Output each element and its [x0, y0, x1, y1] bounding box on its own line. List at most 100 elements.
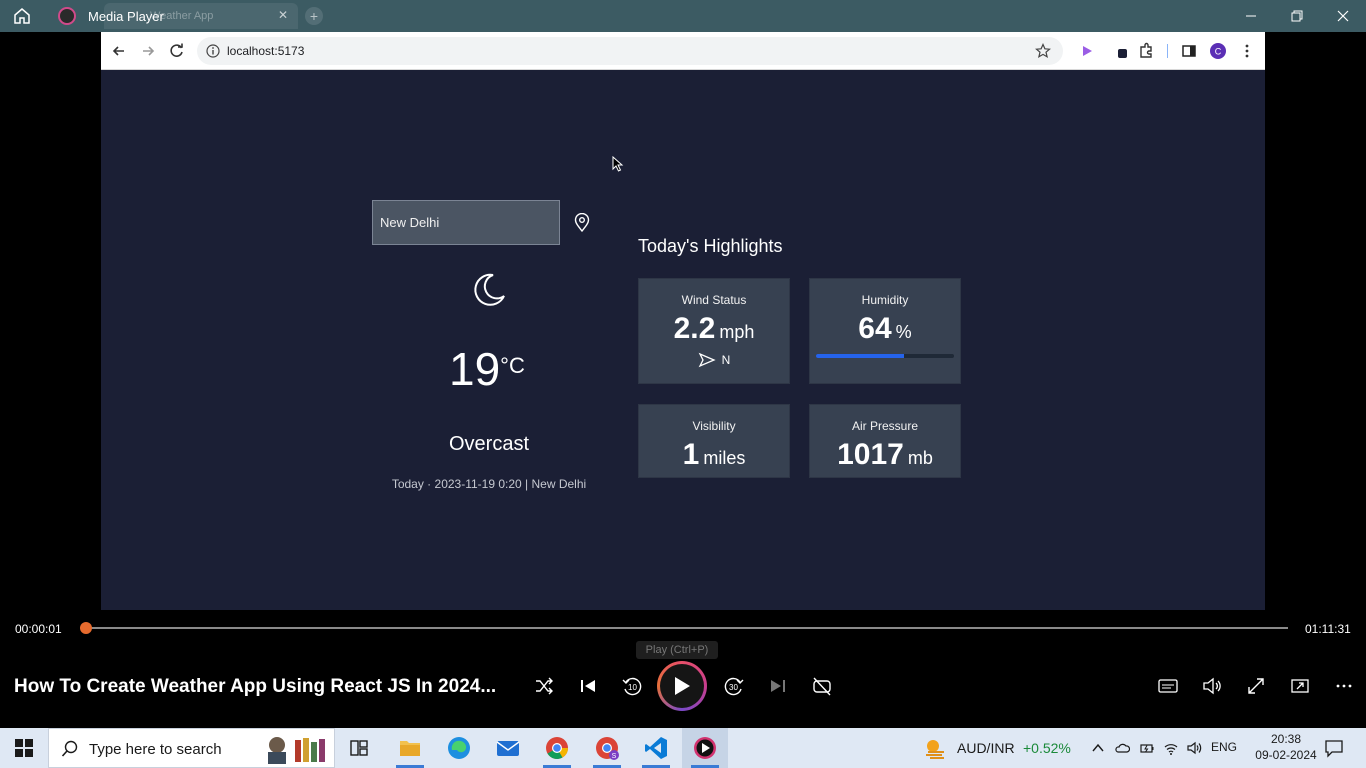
- wind-value-row: 2.2 mph: [639, 312, 789, 346]
- ticker-label[interactable]: AUD/INR: [957, 740, 1015, 756]
- wind-direction: N: [639, 352, 789, 368]
- speaker-icon[interactable]: [1186, 740, 1202, 756]
- volume-icon[interactable]: [1200, 674, 1224, 698]
- play-tooltip: Play (Ctrl+P): [636, 641, 718, 659]
- seek-thumb[interactable]: [80, 622, 92, 634]
- media-controls: 00:00:01 01:11:31 Play (Ctrl+P) How To C…: [0, 610, 1366, 728]
- clock-time[interactable]: 20:38: [1264, 732, 1308, 746]
- browser-window: localhost:5173 C 19°C: [101, 32, 1265, 610]
- humidity-unit: %: [895, 322, 912, 342]
- wind-label: Wind Status: [681, 293, 747, 307]
- home-icon[interactable]: [12, 6, 36, 26]
- humidity-progress-fill: [816, 354, 905, 358]
- restore-button[interactable]: [1274, 0, 1320, 32]
- vscode-icon[interactable]: [643, 735, 669, 761]
- visibility-value-row: 1 miles: [639, 438, 789, 472]
- site-info-icon[interactable]: [206, 44, 220, 58]
- date-location-line: Today · 2023-11-19 0:20 | New Delhi: [391, 477, 587, 491]
- repeat-icon[interactable]: [810, 674, 834, 698]
- address-bar[interactable]: localhost:5173: [197, 37, 1063, 65]
- humidity-value-row: 64%: [810, 312, 960, 346]
- close-button[interactable]: [1320, 0, 1366, 32]
- svg-text:S: S: [612, 753, 617, 760]
- location-pin-icon[interactable]: [573, 213, 591, 233]
- city-search-input[interactable]: [372, 200, 560, 245]
- reload-icon[interactable]: [168, 42, 186, 60]
- minimize-button[interactable]: [1228, 0, 1274, 32]
- wind-direction-label: N: [721, 353, 731, 367]
- visibility-card: Visibility 1 miles: [638, 404, 790, 478]
- svg-text:10: 10: [628, 683, 637, 692]
- windows-start-icon[interactable]: [14, 738, 34, 758]
- taskbar-search-box[interactable]: Type here to search: [48, 728, 335, 768]
- rewind-10-icon[interactable]: 10: [620, 674, 644, 698]
- weather-condition: Overcast: [448, 433, 530, 455]
- fullscreen-icon[interactable]: [1244, 674, 1268, 698]
- humidity-progress-bar: [816, 354, 954, 358]
- weather-widget-icon[interactable]: [922, 736, 948, 760]
- clock-date[interactable]: 09-02-2024: [1250, 748, 1322, 762]
- pressure-value-row: 1017 mb: [810, 438, 960, 472]
- search-placeholder: Type here to search: [89, 741, 222, 758]
- mouse-cursor-icon: [612, 156, 624, 172]
- bookmark-star-icon[interactable]: [1035, 43, 1051, 59]
- edge-icon[interactable]: [446, 735, 472, 761]
- search-highlight-illustration-icon: [261, 734, 331, 764]
- time-elapsed: 00:00:01: [15, 622, 62, 636]
- mail-icon[interactable]: [495, 735, 521, 761]
- more-icon[interactable]: [1332, 674, 1356, 698]
- pressure-label: Air Pressure: [851, 419, 919, 433]
- time-total: 01:11:31: [1305, 622, 1351, 636]
- ghost-new-tab-icon: +: [305, 7, 323, 25]
- play-icon[interactable]: [660, 664, 704, 708]
- air-pressure-card: Air Pressure 1017 mb: [809, 404, 961, 478]
- media-player-icon[interactable]: [692, 735, 718, 761]
- visibility-label: Visibility: [692, 419, 736, 433]
- task-view-icon[interactable]: [346, 735, 372, 761]
- navigation-arrow-icon: [698, 352, 716, 368]
- chrome-profile-icon[interactable]: S: [594, 735, 620, 761]
- chrome-icon[interactable]: [544, 735, 570, 761]
- profile-avatar-icon[interactable]: C: [1209, 42, 1227, 60]
- temperature: 19°C: [449, 342, 529, 398]
- title-bar: Weather App ✕ + Media Player: [0, 0, 1366, 32]
- window-title: Media Player: [88, 9, 164, 24]
- extension-purple-icon[interactable]: [1078, 42, 1096, 60]
- extension-dark-icon[interactable]: [1112, 42, 1130, 60]
- browser-menu-icon[interactable]: [1238, 42, 1256, 60]
- battery-charging-icon[interactable]: [1139, 740, 1155, 756]
- onedrive-cloud-icon[interactable]: [1114, 740, 1130, 756]
- temperature-unit: °C: [500, 353, 525, 378]
- wind-status-card: Wind Status 2.2 mph N: [638, 278, 790, 384]
- next-icon[interactable]: [766, 674, 790, 698]
- media-player-logo-icon: [58, 7, 76, 25]
- miniplayer-icon[interactable]: [1288, 674, 1312, 698]
- play-button[interactable]: [657, 661, 707, 711]
- previous-icon[interactable]: [576, 674, 600, 698]
- svg-text:C: C: [1215, 47, 1222, 57]
- humidity-value: 64: [858, 312, 892, 345]
- captions-icon[interactable]: [1156, 674, 1180, 698]
- forward-30-icon[interactable]: 30: [722, 674, 746, 698]
- back-icon[interactable]: [110, 42, 128, 60]
- wifi-icon[interactable]: [1163, 740, 1179, 756]
- forward-icon[interactable]: [139, 42, 157, 60]
- url-text[interactable]: localhost:5173: [227, 44, 304, 58]
- chevron-up-icon[interactable]: [1090, 740, 1106, 756]
- pressure-value: 1017: [837, 438, 904, 471]
- file-explorer-icon[interactable]: [397, 735, 423, 761]
- extensions-puzzle-icon[interactable]: [1137, 42, 1155, 60]
- pressure-unit: mb: [907, 448, 933, 468]
- humidity-label: Humidity: [861, 293, 909, 307]
- notification-center-icon[interactable]: [1324, 738, 1344, 758]
- language-indicator[interactable]: ENG: [1211, 740, 1237, 754]
- seek-bar[interactable]: [86, 627, 1288, 629]
- wind-unit: mph: [719, 322, 755, 342]
- shuffle-icon[interactable]: [532, 674, 556, 698]
- side-panel-icon[interactable]: [1180, 42, 1198, 60]
- taskbar: Type here to search S AUD/INR +0.52% ENG…: [0, 728, 1366, 768]
- svg-text:30: 30: [729, 683, 738, 692]
- humidity-card: Humidity 64%: [809, 278, 961, 384]
- wind-value: 2.2: [673, 312, 716, 345]
- ticker-change[interactable]: +0.52%: [1023, 740, 1071, 756]
